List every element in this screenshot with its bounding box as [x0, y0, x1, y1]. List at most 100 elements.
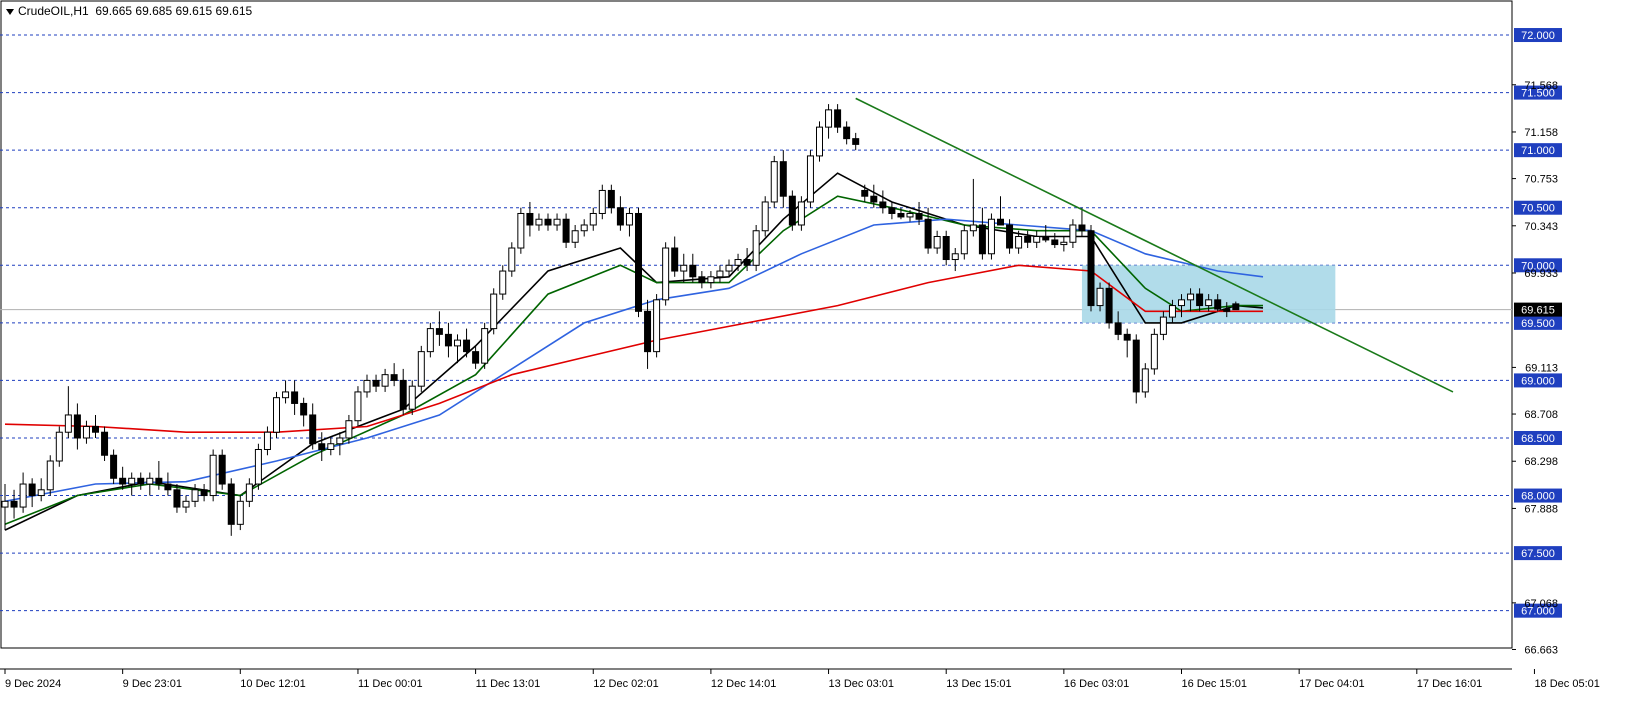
- candle-body: [372, 379, 380, 387]
- candle-body: [336, 437, 344, 445]
- candle-body: [843, 126, 851, 140]
- price-level-label: 68.500: [1521, 433, 1555, 445]
- candle-body: [1114, 322, 1122, 335]
- candle-layer: [1, 104, 1240, 536]
- candle-body: [1087, 230, 1095, 307]
- candle-body: [770, 161, 778, 203]
- candle-body: [254, 448, 262, 485]
- candle-body: [1078, 224, 1086, 232]
- dropdown-triangle-icon[interactable]: [6, 8, 14, 15]
- x-tick-label: 11 Dec 13:01: [476, 678, 541, 690]
- grid-layer: [0, 0, 1513, 670]
- candle-body: [644, 310, 652, 353]
- candle-body: [1105, 287, 1113, 324]
- candle-body: [1150, 333, 1158, 370]
- candle-body: [481, 328, 489, 364]
- candle-body: [517, 212, 525, 249]
- candle-body: [46, 460, 54, 491]
- y-tick-label: 71.568: [1524, 80, 1558, 92]
- x-tick-label: 18 Dec 05:01: [1534, 678, 1599, 690]
- candle-body: [55, 431, 63, 462]
- candle-body: [1015, 236, 1023, 249]
- candle-body: [282, 391, 290, 399]
- candle-body: [173, 489, 181, 508]
- price-chart[interactable]: 72.00071.50071.00070.50070.00069.50069.0…: [0, 0, 1651, 706]
- x-tick-label: 16 Dec 03:01: [1064, 678, 1129, 690]
- candle-body: [101, 431, 109, 456]
- candle-body: [300, 402, 308, 416]
- x-tick-label: 10 Dec 12:01: [240, 678, 305, 690]
- candle-body: [942, 236, 950, 261]
- candle-body: [888, 207, 896, 214]
- candle-body: [490, 293, 498, 330]
- candle-body: [508, 247, 516, 272]
- candle-body: [454, 339, 461, 347]
- candle-body: [716, 270, 724, 278]
- candle-body: [535, 218, 543, 226]
- candle-body: [1042, 236, 1050, 241]
- candle-body: [164, 483, 172, 491]
- candle-body: [589, 212, 597, 226]
- price-level-label: 71.000: [1521, 145, 1555, 157]
- y-tick-label: 66.663: [1524, 644, 1558, 656]
- candle-body: [1232, 303, 1240, 311]
- candle-body: [273, 397, 280, 433]
- candle-body: [562, 218, 570, 243]
- candle-body: [1006, 224, 1014, 249]
- candle-body: [969, 224, 977, 232]
- candle-body: [680, 264, 688, 272]
- candle-body: [182, 500, 190, 508]
- candle-body: [1187, 293, 1195, 301]
- candle-body: [897, 212, 905, 218]
- x-tick-label: 9 Dec 23:01: [123, 678, 182, 690]
- candle-body: [1159, 316, 1167, 335]
- candle-body: [861, 189, 869, 197]
- candle-body: [82, 425, 90, 439]
- moving-average-line: [4, 264, 1263, 434]
- candle-body: [227, 483, 235, 525]
- candle-body: [924, 218, 932, 249]
- candle-body: [10, 500, 18, 508]
- x-tick-label: 13 Dec 03:01: [829, 678, 894, 690]
- candle-body: [816, 126, 823, 157]
- y-tick-label: 68.298: [1524, 456, 1558, 468]
- candle-body: [200, 489, 208, 497]
- candle-body: [598, 189, 606, 214]
- candle-body: [236, 500, 244, 525]
- candle-body: [951, 253, 959, 261]
- x-tick-label: 17 Dec 16:01: [1417, 678, 1482, 690]
- candle-body: [327, 443, 335, 450]
- candle-body: [662, 247, 670, 301]
- candle-body: [879, 201, 887, 209]
- candle-body: [997, 218, 1004, 226]
- candle-body: [1132, 339, 1140, 393]
- candle-body: [499, 270, 507, 295]
- candle-body: [381, 374, 389, 387]
- candle-body: [915, 212, 923, 220]
- candle-body: [571, 230, 579, 243]
- price-level-label: 69.000: [1521, 375, 1555, 387]
- candle-body: [345, 420, 353, 439]
- candle-body: [1123, 333, 1131, 341]
- candle-body: [1205, 299, 1213, 307]
- y-tick-label: 67.888: [1524, 503, 1558, 515]
- candle-body: [1223, 308, 1231, 312]
- candle-body: [1033, 236, 1041, 243]
- candle-body: [472, 351, 480, 364]
- candle-body: [390, 374, 398, 381]
- candle-body: [263, 431, 271, 450]
- candle-body: [852, 138, 860, 145]
- candle-body: [209, 454, 217, 497]
- candle-body: [1141, 368, 1149, 393]
- current-price-label: 69.615: [1521, 305, 1555, 317]
- candle-body: [607, 189, 615, 209]
- candle-body: [734, 259, 742, 266]
- candle-body: [1196, 293, 1204, 307]
- chart-root[interactable]: 72.000 71.500 71.000 70.500 70.000 69.500 69.0…: [0, 0, 1651, 706]
- candle-body: [580, 224, 588, 232]
- candle-body: [28, 483, 36, 497]
- moving-average-line: [4, 195, 1263, 526]
- candle-body: [218, 454, 226, 485]
- candle-body: [698, 276, 706, 284]
- y-tick-label: 69.113: [1525, 362, 1558, 374]
